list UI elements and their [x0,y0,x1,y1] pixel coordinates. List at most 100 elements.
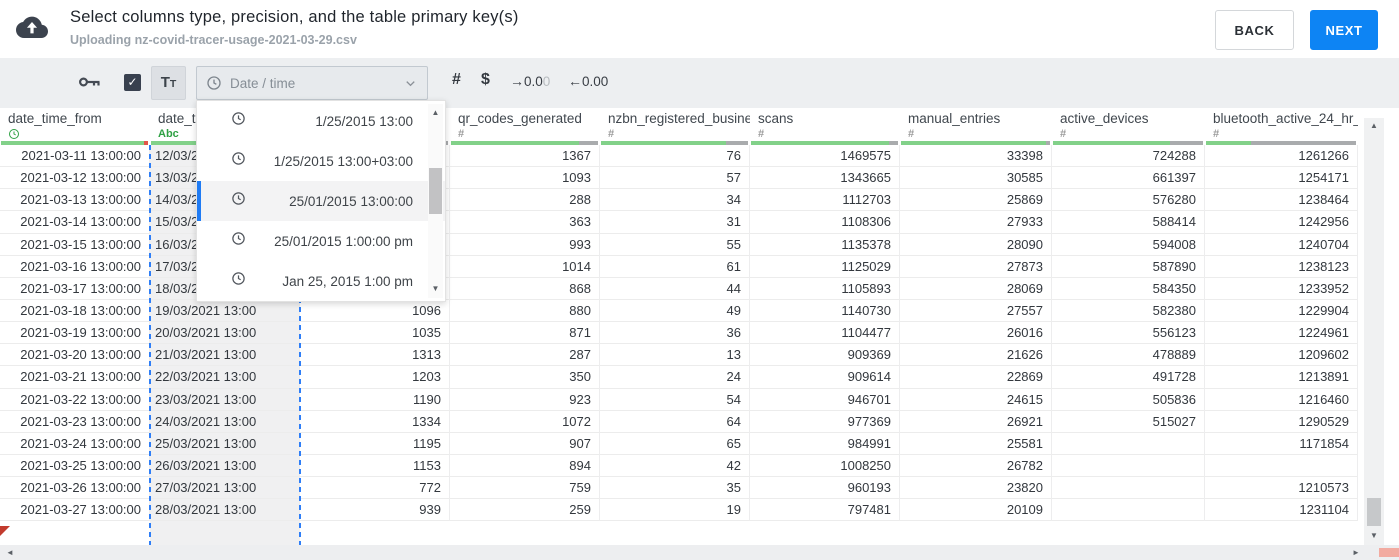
table-cell[interactable]: 1238123 [1205,255,1358,278]
table-cell[interactable]: 288 [450,189,600,212]
horizontal-scrollbar[interactable]: ◄ ► [0,545,1399,560]
table-cell[interactable]: 772 [300,477,450,500]
table-cell[interactable]: 2021-03-25 13:00:00 [0,454,150,478]
table-cell[interactable]: 19/03/2021 13:00 [150,299,300,323]
table-cell[interactable]: 1242956 [1205,211,1358,234]
scroll-up-icon[interactable]: ▲ [428,108,443,118]
table-cell[interactable]: 49 [600,299,750,323]
table-cell[interactable]: 65 [600,432,750,455]
table-cell[interactable]: 1238464 [1205,189,1358,212]
back-button[interactable]: BACK [1215,10,1294,50]
table-cell[interactable]: 55 [600,233,750,256]
table-cell[interactable]: 594008 [1052,233,1205,256]
table-cell[interactable]: 20/03/2021 13:00 [150,322,300,345]
table-cell[interactable]: 23820 [900,477,1052,500]
date-format-option[interactable]: 25/01/2015 13:00:00 [197,181,445,221]
table-cell[interactable]: 2021-03-17 13:00:00 [0,277,150,300]
table-cell[interactable]: 2021-03-11 13:00:00 [0,145,150,168]
table-cell[interactable]: 1343665 [750,167,900,190]
table-cell[interactable]: 1093 [450,167,600,190]
table-cell[interactable]: 287 [450,344,600,367]
next-button[interactable]: NEXT [1310,10,1378,50]
table-cell[interactable]: 2021-03-22 13:00:00 [0,388,150,411]
table-cell[interactable]: 724288 [1052,145,1205,168]
table-cell[interactable]: 28069 [900,277,1052,300]
table-cell[interactable]: 1469575 [750,145,900,168]
column-checkbox[interactable]: ✓ [124,74,141,91]
table-cell[interactable]: 33398 [900,145,1052,168]
table-cell[interactable]: 22869 [900,366,1052,389]
table-cell[interactable]: 1153 [300,454,450,478]
table-cell[interactable]: 64 [600,410,750,433]
table-cell[interactable]: 868 [450,277,600,300]
table-cell[interactable]: 1035 [300,322,450,345]
table-cell[interactable] [1052,477,1205,500]
table-cell[interactable]: 1203 [300,366,450,389]
table-cell[interactable]: 34 [600,189,750,212]
column-header-date_time_from[interactable]: date_time_from [0,108,150,145]
table-cell[interactable]: 1261266 [1205,145,1358,168]
date-format-option[interactable]: Jan 25, 2015 1:00 pm [197,261,445,301]
column-header-active_devices[interactable]: active_devices # [1052,108,1205,145]
table-cell[interactable]: 1231104 [1205,499,1358,522]
date-format-option[interactable]: 1/25/2015 13:00 [197,101,445,141]
table-cell[interactable]: 2021-03-12 13:00:00 [0,167,150,190]
table-cell[interactable]: 1334 [300,410,450,433]
table-cell[interactable]: 1190 [300,388,450,411]
column-header-qr_codes_generated[interactable]: qr_codes_generated # [450,108,600,145]
table-cell[interactable]: 946701 [750,388,900,411]
table-cell[interactable]: 505836 [1052,388,1205,411]
horizontal-scrollbar-thumb[interactable] [1379,548,1399,557]
table-cell[interactable]: 350 [450,366,600,389]
table-cell[interactable]: 1104477 [750,322,900,345]
table-cell[interactable]: 54 [600,388,750,411]
table-cell[interactable]: 21/03/2021 13:00 [150,344,300,367]
table-cell[interactable]: 25/03/2021 13:00 [150,432,300,455]
table-cell[interactable]: 21626 [900,344,1052,367]
dropdown-scrollbar-thumb[interactable] [429,168,442,214]
currency-type-button[interactable]: $ [481,71,490,89]
table-cell[interactable]: 20109 [900,499,1052,522]
table-cell[interactable]: 13 [600,344,750,367]
table-cell[interactable]: 1216460 [1205,388,1358,411]
table-cell[interactable]: 1014 [450,255,600,278]
table-cell[interactable]: 44 [600,277,750,300]
table-cell[interactable]: 880 [450,299,600,323]
table-cell[interactable]: 26782 [900,454,1052,478]
table-cell[interactable]: 24 [600,366,750,389]
table-cell[interactable] [1052,432,1205,455]
table-cell[interactable]: 1233952 [1205,277,1358,300]
datetime-type-select[interactable]: Date / time [196,66,428,100]
table-cell[interactable]: 1210573 [1205,477,1358,500]
dropdown-scrollbar[interactable]: ▲ ▼ [428,104,443,298]
table-cell[interactable]: 26016 [900,322,1052,345]
table-cell[interactable]: 1254171 [1205,167,1358,190]
table-cell[interactable]: 1112703 [750,189,900,212]
table-cell[interactable]: 1105893 [750,277,900,300]
table-cell[interactable]: 1140730 [750,299,900,323]
table-cell[interactable]: 1108306 [750,211,900,234]
table-cell[interactable]: 26/03/2021 13:00 [150,454,300,478]
table-cell[interactable]: 1240704 [1205,233,1358,256]
table-cell[interactable]: 24615 [900,388,1052,411]
table-cell[interactable]: 1072 [450,410,600,433]
table-cell[interactable]: 23/03/2021 13:00 [150,388,300,411]
table-cell[interactable]: 19 [600,499,750,522]
table-cell[interactable]: 584350 [1052,277,1205,300]
table-cell[interactable]: 76 [600,145,750,168]
column-header-scans[interactable]: scans # [750,108,900,145]
table-cell[interactable]: 24/03/2021 13:00 [150,410,300,433]
table-cell[interactable]: 2021-03-18 13:00:00 [0,299,150,323]
table-cell[interactable]: 1096 [300,299,450,323]
table-cell[interactable]: 977369 [750,410,900,433]
table-cell[interactable]: 28/03/2021 13:00 [150,499,300,522]
table-cell[interactable]: 2021-03-20 13:00:00 [0,344,150,367]
table-cell[interactable]: 31 [600,211,750,234]
table-cell[interactable]: 2021-03-14 13:00:00 [0,211,150,234]
table-cell[interactable]: 30585 [900,167,1052,190]
table-cell[interactable]: 25581 [900,432,1052,455]
table-cell[interactable]: 960193 [750,477,900,500]
table-cell[interactable]: 556123 [1052,322,1205,345]
table-cell[interactable]: 1195 [300,432,450,455]
table-cell[interactable]: 923 [450,388,600,411]
